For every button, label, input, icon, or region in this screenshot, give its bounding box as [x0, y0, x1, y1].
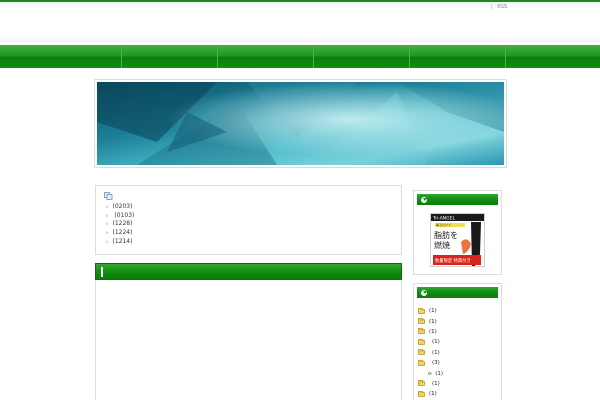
folder-icon — [418, 307, 425, 314]
category-item[interactable]: (1) — [418, 348, 500, 358]
news-item[interactable]: ▹ (1228) — [104, 220, 393, 229]
news-item[interactable]: ▹ (0103) — [104, 212, 393, 221]
ad-tagline: 着るだけで — [436, 222, 451, 227]
nav-item-4[interactable] — [314, 45, 410, 68]
folder-icon — [418, 349, 425, 356]
sidebar-ad-heading — [417, 194, 498, 205]
chevron-down-icon — [421, 289, 427, 296]
category-item[interactable]: (1) — [418, 379, 500, 389]
news-item[interactable]: ▹ (1214) — [104, 238, 393, 247]
news-item[interactable]: ▹ (1224) — [104, 229, 393, 238]
folder-icon — [418, 318, 425, 325]
folder-icon — [418, 328, 425, 335]
sidebar-category-heading — [417, 287, 498, 298]
title-marker — [101, 267, 103, 277]
entry-title-bar — [95, 263, 402, 280]
folder-icon — [418, 359, 425, 366]
sidebar-category-box: (1) (1) (1) (1) (1) (3) ⊳ (1) (1) (1) — [413, 283, 502, 400]
news-item[interactable]: ▹ (0203) — [104, 203, 393, 212]
global-nav — [0, 45, 600, 68]
folder-icon — [418, 380, 425, 387]
nav-item-3[interactable] — [218, 45, 314, 68]
banner-image — [97, 82, 504, 165]
category-list: (1) (1) (1) (1) (1) (3) ⊳ (1) (1) (1) — [418, 306, 500, 400]
ad-banner[interactable]: Tri-ANGEL 着るだけで 脂肪を 燃焼 数量限定 特典付き — [430, 213, 485, 267]
category-item[interactable]: (1) — [418, 327, 500, 337]
sidebar-ad-box: Tri-ANGEL 着るだけで 脂肪を 燃焼 数量限定 特典付き — [413, 190, 502, 275]
category-item[interactable]: (1) — [418, 389, 500, 399]
folder-icon — [418, 338, 425, 345]
ad-headline-2: 燃焼 — [434, 240, 450, 250]
category-item[interactable]: (1) — [418, 306, 500, 316]
chevron-down-icon — [421, 196, 427, 203]
ad-badge: 数量限定 特典付き — [435, 257, 471, 264]
arrow-icon: ▹ — [106, 221, 109, 228]
category-item[interactable]: (1) — [418, 337, 500, 347]
arrow-icon: ▹ — [106, 204, 109, 210]
rss-link[interactable]: RSS — [497, 4, 507, 10]
site-header: | RSS — [0, 0, 600, 42]
header-separator: | — [491, 4, 493, 10]
rss-area: | RSS — [491, 4, 507, 10]
nav-item-1[interactable] — [0, 45, 122, 68]
arrow-icon: ▹ — [106, 238, 109, 245]
pages-icon — [104, 192, 113, 200]
ad-brand: Tri-ANGEL — [432, 216, 455, 222]
nav-item-2[interactable] — [122, 45, 218, 68]
header-banner — [94, 79, 507, 168]
news-box: ▹ (0203) ▹ (0103) ▹ (1228) ▹ (1224) ▹ (1214) — [95, 185, 402, 255]
category-subitem[interactable]: ⊳ (1) — [418, 368, 500, 378]
folder-icon — [418, 390, 425, 397]
subcategory-arrow-icon: ⊳ — [428, 370, 433, 377]
category-item[interactable]: (3) — [418, 358, 500, 368]
arrow-icon: ▹ — [106, 230, 109, 237]
news-list: ▹ (0203) ▹ (0103) ▹ (1228) ▹ (1224) ▹ (1214) — [104, 203, 393, 246]
ad-headline-1: 脂肪を — [434, 230, 458, 240]
arrow-icon: ▹ — [106, 212, 109, 219]
category-item[interactable]: (1) — [418, 316, 500, 326]
entry-body — [95, 280, 402, 400]
nav-item-5[interactable] — [410, 45, 506, 68]
